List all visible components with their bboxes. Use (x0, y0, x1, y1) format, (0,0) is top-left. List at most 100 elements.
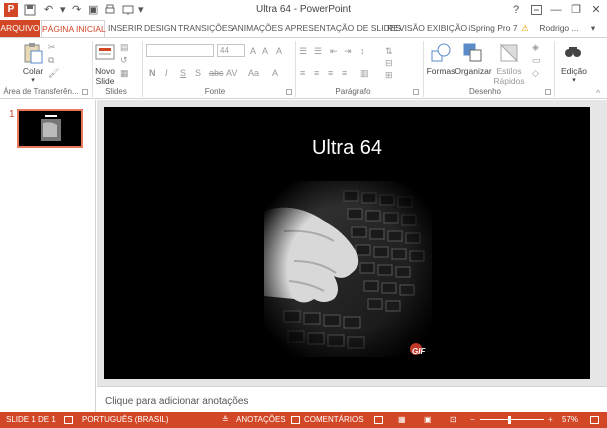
help-icon[interactable]: ? (508, 2, 524, 18)
clipboard-launcher-icon[interactable] (82, 89, 88, 95)
slide-title[interactable]: Ultra 64 (104, 137, 590, 160)
copy-icon[interactable]: ⧉ (48, 55, 54, 65)
language-status[interactable]: PORTUGUÊS (BRASIL) (82, 412, 169, 428)
comments-toggle[interactable]: COMENTÁRIOS (304, 412, 364, 428)
tab-slide-show[interactable]: APRESENTAÇÃO DE SLIDES (285, 20, 401, 37)
spelling-icon[interactable] (64, 416, 73, 424)
shape-outline-icon[interactable]: ▭ (532, 55, 541, 65)
normal-view-icon[interactable] (374, 416, 383, 424)
font-launcher-icon[interactable] (286, 89, 292, 95)
shrink-font-icon[interactable]: A (262, 46, 268, 56)
bold-button[interactable]: N (149, 68, 156, 78)
cut-icon[interactable]: ✂ (48, 42, 56, 52)
shape-fill-icon[interactable]: ◈ (532, 42, 539, 52)
increase-indent-icon[interactable]: ⇥ (344, 46, 352, 56)
drawing-launcher-icon[interactable] (545, 89, 551, 95)
slide-count[interactable]: SLIDE 1 DE 1 (6, 412, 56, 428)
zoom-in-button[interactable]: + (548, 412, 553, 428)
tab-review[interactable]: REVISÃO (387, 20, 425, 37)
new-slide-icon[interactable] (95, 42, 117, 64)
slide-canvas[interactable]: Ultra 64 GIF (104, 107, 590, 379)
new-slide-button[interactable]: Novo (90, 66, 120, 76)
quick-styles-icon[interactable] (498, 42, 520, 64)
notes-toggle[interactable]: ANOTAÇÕES (236, 412, 286, 428)
zoom-out-button[interactable]: − (470, 412, 475, 428)
shapes-button[interactable]: Formas (424, 66, 458, 76)
paragraph-launcher-icon[interactable] (413, 89, 419, 95)
find-icon[interactable] (562, 42, 584, 64)
italic-button[interactable]: I (165, 68, 168, 78)
tab-transitions[interactable]: TRANSIÇÕES (178, 20, 233, 37)
align-center-icon[interactable]: ≡ (314, 68, 319, 78)
tab-design[interactable]: DESIGN (144, 20, 177, 37)
user-dropdown-icon[interactable]: ▾ (586, 20, 600, 37)
columns-icon[interactable]: ▥ (360, 68, 369, 78)
layout-icon[interactable]: ▤ (120, 42, 129, 52)
editing-dropdown-icon[interactable]: ▾ (554, 76, 594, 86)
spacing-button[interactable]: AV (226, 68, 237, 78)
text-direction-icon[interactable]: ⇅ (385, 46, 393, 56)
align-text-icon[interactable]: ⊟ (385, 58, 393, 68)
justify-icon[interactable]: ≡ (342, 68, 347, 78)
arrange-icon[interactable] (462, 42, 484, 64)
arrange-button[interactable]: Organizar (454, 66, 492, 76)
tab-home[interactable]: PÁGINA INICIAL (41, 20, 106, 38)
quick-styles-button[interactable]: Estilos (493, 66, 525, 76)
slide-thumbnails-panel: 1 (0, 100, 96, 412)
section-icon[interactable]: ▦ (120, 68, 129, 78)
numbering-icon[interactable]: ☰ (314, 46, 322, 56)
reset-icon[interactable]: ↺ (120, 55, 128, 65)
shadow-button[interactable]: S (195, 68, 201, 78)
align-left-icon[interactable]: ≡ (300, 68, 305, 78)
strikethrough-button[interactable]: abc (209, 68, 224, 78)
reading-view-icon[interactable]: ▣ (424, 412, 432, 428)
editing-button[interactable]: Edição (554, 66, 594, 76)
ribbon-display-icon[interactable] (528, 2, 544, 18)
font-size-field[interactable]: 44 (217, 44, 245, 57)
notes-toggle-icon[interactable]: ≙ (222, 412, 229, 428)
line-spacing-icon[interactable]: ↕ (360, 46, 365, 56)
font-color-button[interactable]: A (272, 68, 278, 78)
slideshow-view-icon[interactable]: ⊡ (450, 412, 457, 428)
paste-icon[interactable] (22, 42, 44, 64)
shapes-icon[interactable] (430, 42, 452, 64)
shape-effects-icon[interactable]: ◇ (532, 68, 539, 78)
collapse-ribbon-icon[interactable]: ^ (596, 88, 600, 98)
tab-animations[interactable]: ANIMAÇÕES (232, 20, 283, 37)
tab-insert[interactable]: INSERIR (108, 20, 142, 37)
close-button[interactable]: ✕ (588, 2, 604, 18)
paste-dropdown-icon[interactable]: ▾ (16, 76, 50, 86)
decrease-indent-icon[interactable]: ⇤ (330, 46, 338, 56)
comments-icon[interactable] (291, 416, 300, 424)
zoom-slider-thumb[interactable] (508, 416, 511, 424)
grow-font-icon[interactable]: A (250, 46, 256, 56)
restore-button[interactable]: ❐ (568, 2, 584, 18)
slide-sorter-icon[interactable]: ▦ (398, 412, 406, 428)
quick-styles-label[interactable]: Rápidos (493, 76, 525, 86)
slide-thumbnail[interactable] (17, 109, 83, 148)
tab-ispring[interactable]: iSpring Pro 7 (468, 20, 518, 37)
notes-pane[interactable]: Clique para adicionar anotações (97, 386, 607, 412)
font-name-field[interactable] (146, 44, 214, 57)
tab-view[interactable]: EXIBIÇÃO (427, 20, 467, 37)
user-account[interactable]: Rodrigo ... (532, 20, 586, 37)
underline-button[interactable]: S (180, 68, 186, 78)
clear-format-icon[interactable]: A (276, 46, 282, 56)
format-painter-icon[interactable]: 🖌 (48, 68, 59, 78)
slides-group-label: Slides (105, 87, 127, 96)
keyboard-hand-image[interactable]: GIF (264, 181, 432, 357)
zoom-slider-track[interactable] (480, 419, 544, 420)
new-slide-label[interactable]: Slide (90, 76, 120, 86)
zoom-level[interactable]: 57% (562, 412, 578, 428)
minimize-button[interactable]: — (548, 2, 564, 18)
paste-button[interactable]: Colar (16, 66, 50, 76)
change-case-button[interactable]: Aa (248, 68, 259, 78)
drawing-group-label: Desenho (468, 87, 502, 96)
align-right-icon[interactable]: ≡ (328, 68, 333, 78)
notes-placeholder[interactable]: Clique para adicionar anotações (105, 396, 248, 407)
paragraph-group-label: Parágrafo (335, 87, 371, 96)
tab-file[interactable]: ARQUIVO (0, 20, 40, 37)
fit-slide-icon[interactable] (590, 416, 599, 424)
bullets-icon[interactable]: ☰ (299, 46, 307, 56)
smartart-icon[interactable]: ⊞ (385, 70, 393, 80)
